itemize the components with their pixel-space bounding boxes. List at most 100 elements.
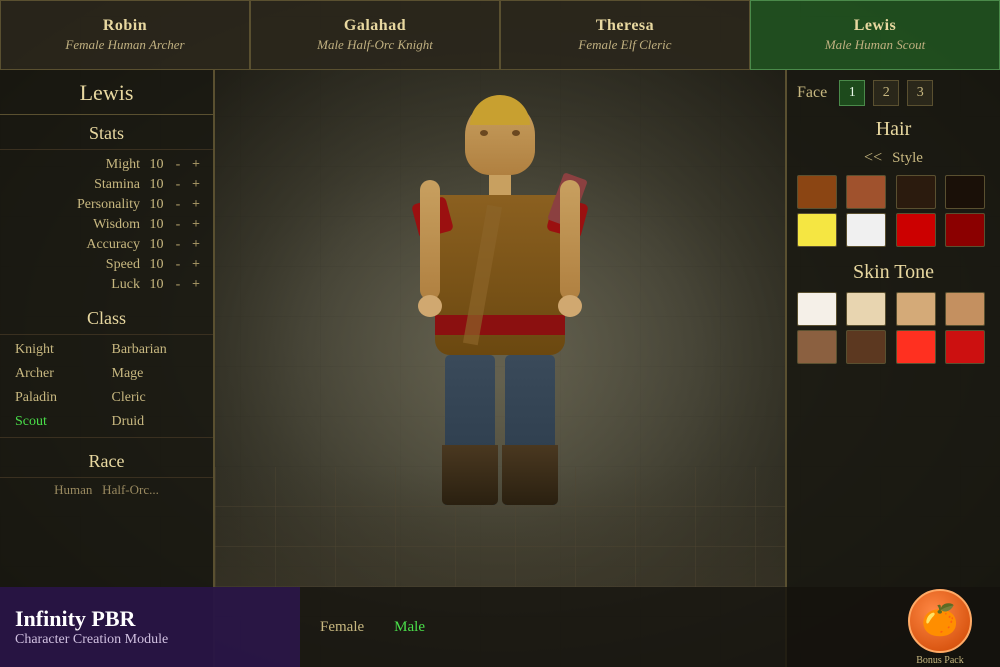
stat-row-wisdom: Wisdom 10 - + [0,215,213,235]
class-item-mage[interactable]: Mage [107,363,204,385]
tab-lewis[interactable]: Lewis Male Human Scout [750,0,1000,70]
face-option-1[interactable]: 1 [839,80,865,106]
stat-decrease-btn[interactable]: - [169,157,187,173]
stat-value: 10 [144,257,169,273]
tab-robin[interactable]: Robin Female Human Archer [0,0,250,70]
stat-decrease-btn[interactable]: - [169,217,187,233]
stat-value: 10 [144,197,169,213]
stat-decrease-btn[interactable]: - [169,257,187,273]
skin-title: Skin Tone [797,261,990,284]
tab-theresa-name: Theresa [596,17,654,35]
bonus-area: 🍊 Bonus Pack [880,587,1000,667]
stat-increase-btn[interactable]: + [187,217,205,233]
hair-color-grid [797,175,990,247]
stat-label: Speed [8,257,144,273]
hair-color-swatch-3[interactable] [945,175,985,209]
class-item-archer[interactable]: Archer [10,363,107,385]
gender-section: Female Male [300,587,880,667]
stat-value: 10 [144,157,169,173]
stat-row-stamina: Stamina 10 - + [0,175,213,195]
tab-galahad-name: Galahad [344,17,406,35]
stat-increase-btn[interactable]: + [187,277,205,293]
hair-color-swatch-7[interactable] [945,213,985,247]
stat-increase-btn[interactable]: + [187,177,205,193]
brand-title: Infinity PBR [15,606,285,632]
bonus-label: Bonus Pack [908,655,972,666]
face-option-3[interactable]: 3 [907,80,933,106]
hair-color-swatch-0[interactable] [797,175,837,209]
face-option-2[interactable]: 2 [873,80,899,106]
stat-label: Personality [8,197,144,213]
class-title: Class [0,300,213,335]
stat-value: 10 [144,217,169,233]
style-prev-arrow[interactable]: << [864,149,882,167]
hair-color-swatch-1[interactable] [846,175,886,209]
stat-increase-btn[interactable]: + [187,157,205,173]
mascot-icon: 🍊 [908,589,972,653]
tab-robin-desc: Female Human Archer [65,37,184,53]
skin-color-swatch-1[interactable] [846,292,886,326]
brand-section: Infinity PBR Character Creation Module [0,587,300,667]
stats-section: Might 10 - + Stamina 10 - + Personality … [0,150,213,300]
race-options: Human Half-Orc... [0,478,213,502]
tab-robin-name: Robin [103,17,147,35]
stat-increase-btn[interactable]: + [187,257,205,273]
stat-decrease-btn[interactable]: - [169,177,187,193]
hair-color-swatch-4[interactable] [797,213,837,247]
stats-title: Stats [0,115,213,150]
style-label: Style [892,150,923,167]
class-item-cleric[interactable]: Cleric [107,387,204,409]
tab-lewis-desc: Male Human Scout [825,37,925,53]
stat-label: Stamina [8,177,144,193]
bottom-bar: Infinity PBR Character Creation Module F… [0,587,1000,667]
stat-value: 10 [144,277,169,293]
face-label: Face [797,84,827,102]
class-item-druid[interactable]: Druid [107,411,204,433]
skin-color-swatch-0[interactable] [797,292,837,326]
skin-color-swatch-6[interactable] [896,330,936,364]
class-item-barbarian[interactable]: Barbarian [107,339,204,361]
character-tabs: Robin Female Human Archer Galahad Male H… [0,0,1000,70]
left-panel: Lewis Stats Might 10 - + Stamina 10 - + … [0,70,215,667]
style-row: << Style [797,149,990,167]
character-viewport [215,70,785,587]
stat-decrease-btn[interactable]: - [169,277,187,293]
stat-decrease-btn[interactable]: - [169,237,187,253]
tab-theresa-desc: Female Elf Cleric [578,37,671,53]
stat-label: Luck [8,277,144,293]
class-item-scout[interactable]: Scout [10,411,107,433]
hair-title: Hair [797,118,990,141]
character-figure [435,100,565,505]
stat-row-speed: Speed 10 - + [0,255,213,275]
skin-color-grid [797,292,990,364]
stat-increase-btn[interactable]: + [187,197,205,213]
stat-row-luck: Luck 10 - + [0,275,213,295]
tab-galahad[interactable]: Galahad Male Half-Orc Knight [250,0,500,70]
skin-color-swatch-7[interactable] [945,330,985,364]
stat-row-personality: Personality 10 - + [0,195,213,215]
skin-color-swatch-2[interactable] [896,292,936,326]
skin-color-swatch-4[interactable] [797,330,837,364]
gender-female[interactable]: Female [320,619,364,636]
right-panel: Face 1 2 3 Hair << Style Skin Tone [785,70,1000,667]
class-grid: KnightBarbarianArcherMagePaladinClericSc… [0,335,213,437]
hair-color-swatch-5[interactable] [846,213,886,247]
stat-value: 10 [144,177,169,193]
character-name: Lewis [0,70,213,115]
stat-decrease-btn[interactable]: - [169,197,187,213]
brand-subtitle: Character Creation Module [15,632,285,648]
hair-color-swatch-6[interactable] [896,213,936,247]
skin-color-swatch-5[interactable] [846,330,886,364]
gender-male[interactable]: Male [394,619,425,636]
tab-galahad-desc: Male Half-Orc Knight [317,37,433,53]
class-item-knight[interactable]: Knight [10,339,107,361]
class-item-paladin[interactable]: Paladin [10,387,107,409]
tab-theresa[interactable]: Theresa Female Elf Cleric [500,0,750,70]
stat-label: Wisdom [8,217,144,233]
race-title: Race [0,443,213,478]
stat-label: Might [8,157,144,173]
hair-color-swatch-2[interactable] [896,175,936,209]
face-row: Face 1 2 3 [797,80,990,106]
stat-increase-btn[interactable]: + [187,237,205,253]
skin-color-swatch-3[interactable] [945,292,985,326]
